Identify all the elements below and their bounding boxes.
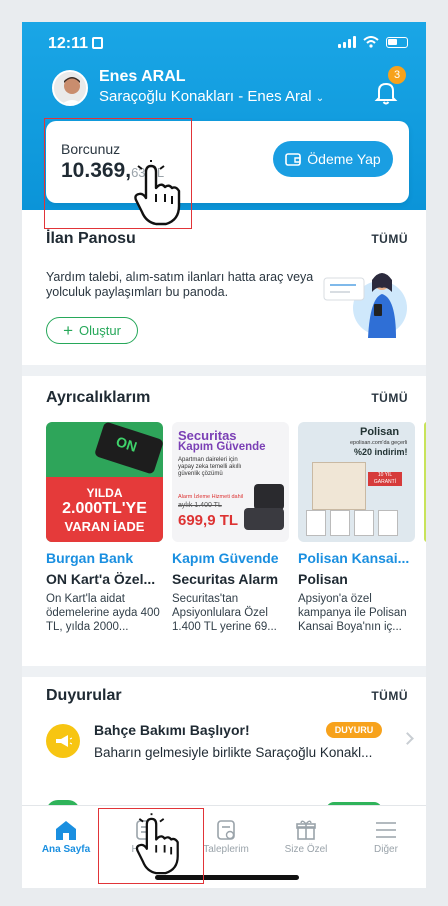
perk-card[interactable]: Polisan epolisan.com'da geçerli %20 indi… (298, 422, 415, 634)
perk-image-text: Apartman daireleri için yapay zeka temel… (178, 457, 242, 477)
gift-icon (296, 820, 316, 840)
bell-icon[interactable] (374, 80, 398, 106)
wifi-icon (363, 36, 379, 48)
perks-all-link[interactable]: TÜMÜ (371, 391, 408, 405)
battery-icon (386, 36, 408, 48)
announcements-all-link[interactable]: TÜMÜ (371, 689, 408, 703)
perk-image-text: 10 YIL GARANTİ (368, 472, 402, 486)
perk-image: ON YILDA 2.000TL'YE VARAN İADE (46, 422, 163, 542)
status-time: 12:11 (48, 35, 104, 53)
perk-card[interactable]: Securitas Kapım Güvende Apartman dairele… (172, 422, 289, 634)
perk-title: Securitas Alarm (172, 571, 279, 587)
perk-card-peek (424, 422, 426, 542)
announcement-title[interactable]: Bahçe Bakımı Başlıyor! (94, 722, 250, 738)
create-button[interactable]: + Oluştur (46, 317, 138, 344)
tap-hand-icon (134, 160, 181, 226)
megaphone-icon (46, 724, 80, 758)
ilan-description: Yardım talebi, alım-satım ilanları hatta… (46, 270, 314, 299)
perk-title: Polisan (298, 571, 348, 587)
perk-image-text: 2.000TL'YE (62, 500, 147, 517)
wallet-icon (285, 153, 302, 166)
perk-image-text: Kapım Güvende (178, 441, 266, 453)
perk-image: Polisan epolisan.com'da geçerli %20 indi… (298, 422, 415, 542)
tab-label: Size Özel (284, 844, 328, 855)
tab-special[interactable]: Size Özel (266, 816, 346, 855)
perk-image-text: YILDA (86, 486, 123, 500)
perk-image: Securitas Kapım Güvende Apartman dairele… (172, 422, 289, 542)
bulletin-illustration (323, 273, 407, 338)
avatar[interactable] (52, 70, 88, 106)
chevron-down-icon: ⌄ (315, 93, 325, 104)
menu-icon (376, 822, 396, 838)
tab-home[interactable]: Ana Sayfa (26, 816, 106, 855)
perk-card[interactable]: ON YILDA 2.000TL'YE VARAN İADE Burgan Ba… (46, 422, 163, 634)
plus-icon: + (63, 321, 74, 340)
tab-label: Ana Sayfa (41, 844, 91, 855)
perk-image-text: 699,9 TL (178, 512, 239, 529)
perk-image-text: epolisan.com'da geçerli (350, 440, 408, 446)
ilan-title: İlan Panosu (46, 230, 136, 247)
perk-brand: Kapım Güvende (172, 550, 279, 566)
requests-icon (217, 820, 235, 840)
perk-image-text: %20 indirim! (354, 447, 408, 457)
perk-image-text: aylık 1.400 TL (178, 502, 222, 509)
perk-image-text: Alarm İzleme Hizmeti dahil (178, 494, 244, 500)
announcements-title: Duyurular (46, 687, 122, 704)
pay-button[interactable]: Ödeme Yap (273, 141, 393, 177)
perk-description: Securitas'tan Apsiyonlulara Özel 1.400 T… (172, 593, 277, 633)
perk-brand: Polisan Kansai... (298, 550, 410, 566)
perk-description: On Kart'la aidat ödemelerine ayda 400 TL… (46, 593, 160, 633)
perks-carousel[interactable]: ON YILDA 2.000TL'YE VARAN İADE Burgan Ba… (46, 422, 426, 662)
perk-image-text: VARAN İADE (64, 519, 145, 534)
perks-title: Ayrıcalıklarım (46, 389, 151, 406)
perk-brand: Burgan Bank (46, 550, 134, 566)
tab-label: Diğer (374, 844, 398, 855)
perk-image-text: Polisan (360, 426, 400, 438)
perk-description: Apsiyon'a özel kampanya ile Polisan Kans… (298, 593, 407, 633)
home-icon (56, 821, 76, 840)
signal-icon (338, 36, 356, 48)
perk-title: ON Kart'a Özel... (46, 571, 156, 587)
announcement-badge: DUYURU (326, 722, 382, 738)
announcement-body[interactable]: Baharın gelmesiyle birlikte Saraçoğlu Ko… (94, 745, 394, 760)
notification-badge: 3 (388, 66, 406, 84)
ilan-all-link[interactable]: TÜMÜ (371, 232, 408, 246)
tab-more[interactable]: Diğer (346, 816, 426, 855)
site-selector[interactable]: Saraçoğlu Konakları - Enes Aral ⌄ (99, 88, 324, 105)
user-name: Enes ARAL (99, 68, 186, 85)
status-bar: 12:11 (22, 30, 426, 58)
tap-hand-icon (135, 813, 179, 875)
